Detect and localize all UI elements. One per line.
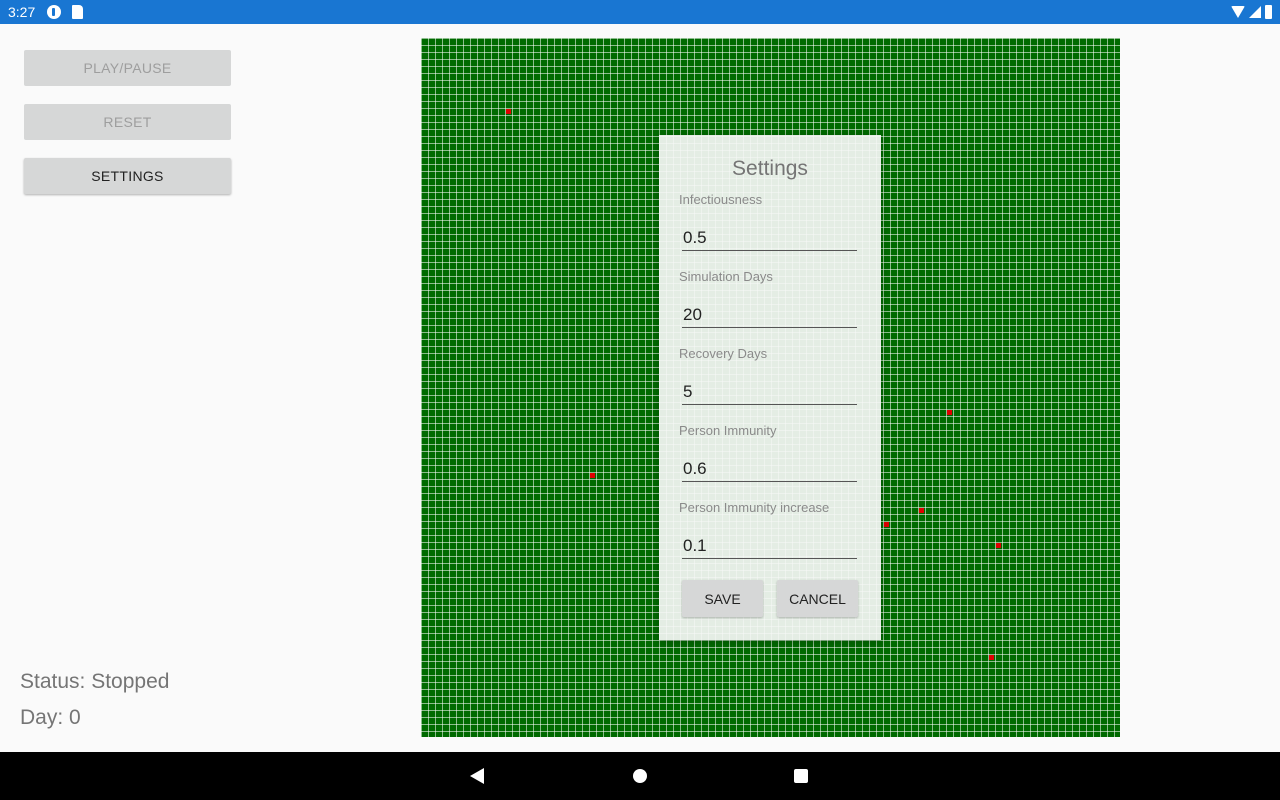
infected-cell (996, 543, 1001, 548)
settings-button[interactable]: SETTINGS (24, 158, 231, 194)
battery-icon (1265, 5, 1272, 19)
infected-cell (506, 109, 511, 114)
recovery-days-label: Recovery Days (679, 346, 768, 361)
recovery-days-input[interactable] (682, 379, 857, 405)
reset-button[interactable]: RESET (24, 104, 231, 140)
infected-cell (919, 508, 924, 513)
infectiousness-input[interactable] (682, 225, 857, 251)
infected-cell (884, 522, 889, 527)
simulation-days-input[interactable] (682, 302, 857, 328)
back-icon[interactable] (470, 768, 484, 784)
recents-icon[interactable] (794, 769, 808, 783)
dialog-title: Settings (732, 157, 808, 180)
person-immunity-increase-label: Person Immunity increase (679, 500, 830, 515)
infected-cell (989, 655, 994, 660)
status-time: 3:27 (8, 4, 36, 20)
signal-icon (1249, 6, 1261, 18)
day-label: Day: 0 (20, 706, 81, 729)
home-icon[interactable] (633, 769, 647, 783)
save-button[interactable]: SAVE (682, 580, 763, 617)
person-immunity-input[interactable] (682, 456, 857, 482)
simulation-days-label: Simulation Days (679, 269, 773, 284)
status-icons (1231, 4, 1272, 20)
cancel-button[interactable]: CANCEL (777, 580, 858, 617)
play-pause-button[interactable]: PLAY/PAUSE (24, 50, 231, 86)
infectiousness-label: Infectiousness (679, 192, 763, 207)
status-bar: 3:27 (0, 0, 1280, 24)
wifi-icon (1231, 6, 1245, 18)
sd-card-icon (72, 5, 83, 19)
infected-cell (590, 473, 595, 478)
person-immunity-increase-input[interactable] (682, 533, 857, 559)
infected-cell (947, 410, 952, 415)
notification-p-icon (47, 5, 61, 19)
status-label: Status: Stopped (20, 670, 170, 693)
navigation-bar (0, 752, 1280, 800)
person-immunity-label: Person Immunity (679, 423, 777, 438)
